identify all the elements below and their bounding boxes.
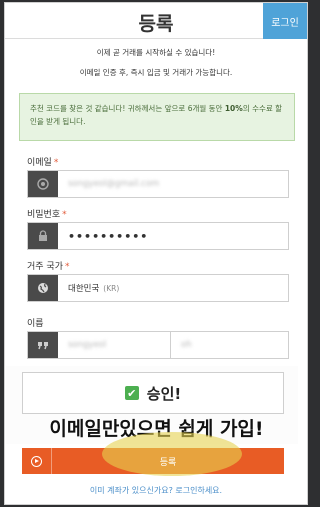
country-label: 거주 국가 *	[27, 262, 70, 272]
notice-highlight: 10%	[224, 104, 243, 113]
intro-line-1: 이제 곧 거래를 시작하실 수 있습니다!	[96, 48, 216, 57]
login-button[interactable]: 로그인	[263, 3, 307, 39]
play-circle-icon	[22, 448, 52, 474]
approve-box[interactable]: ✔ 승인!	[22, 372, 284, 414]
globe-icon	[28, 275, 58, 301]
page-title: 등록	[138, 13, 174, 35]
last-name-input[interactable]: oh	[171, 332, 288, 358]
first-name-input[interactable]: songyeol	[58, 332, 171, 358]
check-icon: ✔	[124, 386, 139, 400]
password-label: 비밀번호 *	[27, 210, 67, 220]
country-select[interactable]: 대한민국 (KR)	[27, 274, 289, 302]
name-label: 이름	[27, 319, 44, 329]
email-value: songyeol@gmail.com	[68, 179, 160, 189]
register-label: 등록	[159, 457, 177, 468]
lock-icon	[28, 223, 58, 249]
country-code: (KR)	[103, 283, 120, 293]
login-link[interactable]: 이미 계좌가 있으신가요? 로그인하세요.	[5, 485, 307, 496]
approve-label: 승인!	[146, 384, 182, 403]
name-field: songyeol oh	[27, 331, 289, 359]
notice-text-before: 추천 코드를 찾은 것 같습니다! 귀하께서는 앞으로 6개월 동안	[30, 104, 225, 113]
password-field[interactable]: ••••••••••	[27, 222, 289, 250]
panel-header: 등록 로그인	[5, 3, 307, 39]
intro-line-2: 이메일 인증 후, 즉시 입금 및 거래가 가능합니다.	[79, 68, 233, 77]
password-value: ••••••••••	[68, 229, 149, 243]
at-icon	[28, 171, 58, 197]
email-field[interactable]: songyeol@gmail.com	[27, 170, 289, 198]
quote-icon	[28, 332, 58, 358]
country-value: 대한민국	[68, 284, 100, 294]
referral-notice: 추천 코드를 찾은 것 같습니다! 귀하께서는 앞으로 6개월 동안 10%의 …	[19, 93, 295, 141]
email-label: 이메일 *	[27, 158, 59, 168]
